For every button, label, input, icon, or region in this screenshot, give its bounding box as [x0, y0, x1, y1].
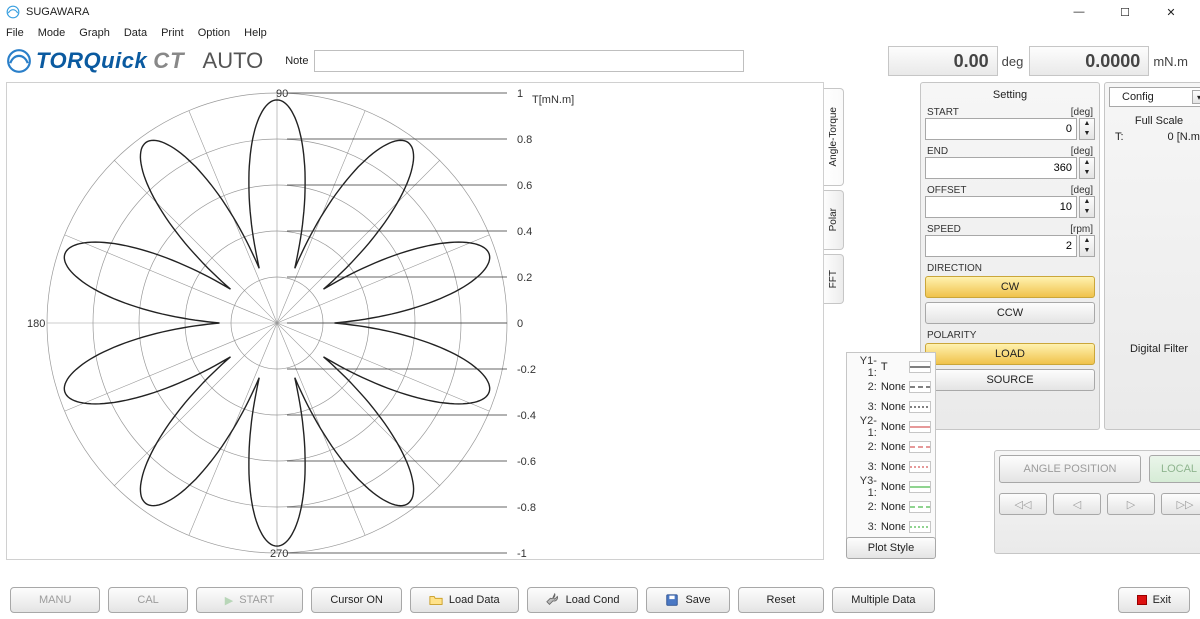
end-input[interactable] [925, 157, 1077, 179]
speed-input[interactable] [925, 235, 1077, 257]
start-input[interactable] [925, 118, 1077, 140]
header-strip: TORQuick CT AUTO Note 0.00 deg 0.0000 mN… [0, 42, 1200, 82]
angle-position-button[interactable]: ANGLE POSITION [999, 455, 1141, 483]
close-button[interactable]: ✕ [1148, 0, 1194, 24]
bottom-toolbar: MANU CAL ▶START Cursor ON Load Data Load… [0, 581, 1200, 619]
t-label: T: [1115, 131, 1124, 143]
start-stepper[interactable]: ▲▼ [1079, 118, 1095, 140]
window-title: SUGAWARA [26, 6, 89, 18]
config-select[interactable]: Config▾ [1109, 87, 1200, 107]
svg-text:0.6: 0.6 [517, 180, 532, 192]
tab-fft[interactable]: FFT [824, 254, 844, 304]
cursor-on-button[interactable]: Cursor ON [311, 587, 402, 613]
svg-text:-0.4: -0.4 [517, 410, 536, 422]
svg-text:-0.6: -0.6 [517, 456, 536, 468]
titlebar: SUGAWARA — ☐ ✕ [0, 0, 1200, 24]
note-input[interactable] [314, 50, 744, 72]
digital-filter-label: Digital Filter [1109, 343, 1200, 355]
svg-text:0.8: 0.8 [517, 134, 532, 146]
app-icon [6, 5, 20, 19]
torque-readout: 0.0000 [1029, 46, 1149, 76]
brand-suffix: CT [153, 48, 184, 74]
svg-text:270: 270 [270, 548, 288, 560]
menu-file[interactable]: File [6, 27, 24, 39]
brand-logo: TORQuick CT [6, 48, 185, 74]
ffwd-button[interactable]: ▷▷ [1161, 493, 1200, 515]
brand-name: TORQuick [36, 48, 147, 74]
plot-style-button[interactable]: Plot Style [846, 537, 936, 559]
menu-help[interactable]: Help [244, 27, 267, 39]
reset-button[interactable]: Reset [738, 587, 825, 613]
svg-text:1: 1 [517, 88, 523, 100]
local-button[interactable]: LOCAL [1149, 455, 1200, 483]
speed-stepper[interactable]: ▲▼ [1079, 235, 1095, 257]
svg-text:-0.2: -0.2 [517, 364, 536, 376]
cal-button[interactable]: CAL [108, 587, 187, 613]
svg-text:0.2: 0.2 [517, 272, 532, 284]
ccw-button[interactable]: CCW [925, 302, 1095, 324]
angle-readout: 0.00 [888, 46, 998, 76]
mode-label: AUTO [203, 48, 264, 74]
tab-angle-torque[interactable]: Angle-Torque [824, 88, 844, 186]
svg-text:90: 90 [276, 88, 288, 100]
stop-icon [1137, 595, 1147, 605]
cw-button[interactable]: CW [925, 276, 1095, 298]
angle-unit: deg [998, 54, 1030, 69]
maximize-button[interactable]: ☐ [1102, 0, 1148, 24]
multiple-data-button[interactable]: Multiple Data [832, 587, 934, 613]
chart-panel: 90 180 270 T[mN.m] 1 0.8 0.6 0.4 0.2 0 -0.2 -0.… [6, 82, 916, 560]
svg-text:180: 180 [27, 318, 45, 330]
offset-stepper[interactable]: ▲▼ [1079, 196, 1095, 218]
end-stepper[interactable]: ▲▼ [1079, 157, 1095, 179]
torque-unit: mN.m [1149, 54, 1194, 69]
menu-bar: File Mode Graph Data Print Option Help [0, 24, 1200, 42]
transport-panel: ANGLE POSITION LOCAL ◁◁ ◁ ▷ ▷▷ [994, 450, 1200, 554]
tab-polar[interactable]: Polar [824, 190, 844, 250]
full-scale-label: Full Scale [1109, 115, 1200, 127]
load-button[interactable]: LOAD [925, 343, 1095, 365]
setting-title: Setting [925, 87, 1095, 105]
folder-open-icon [429, 593, 443, 607]
setting-panel: Setting START[deg] ▲▼ END[deg] ▲▼ OFFSET… [920, 82, 1100, 430]
wrench-icon [546, 593, 560, 607]
exit-button[interactable]: Exit [1118, 587, 1190, 613]
rewind-button[interactable]: ◁◁ [999, 493, 1047, 515]
menu-data[interactable]: Data [124, 27, 147, 39]
t-value: 0 [N.m] [1168, 131, 1200, 143]
menu-print[interactable]: Print [161, 27, 184, 39]
note-label: Note [285, 55, 308, 67]
svg-text:T[mN.m]: T[mN.m] [532, 94, 574, 106]
source-button[interactable]: SOURCE [925, 369, 1095, 391]
svg-text:-0.8: -0.8 [517, 502, 536, 514]
save-icon [665, 593, 679, 607]
legend: Y1-1:T 2:None 3:None Y2-1:None 2:None 3:… [846, 352, 936, 542]
svg-text:0: 0 [517, 318, 523, 330]
step-fwd-button[interactable]: ▷ [1107, 493, 1155, 515]
polar-chart: 90 180 270 T[mN.m] 1 0.8 0.6 0.4 0.2 0 -0.2 -0.… [6, 82, 824, 560]
save-button[interactable]: Save [646, 587, 729, 613]
svg-text:-1: -1 [517, 548, 527, 560]
config-panel: Config▾ Full Scale T: 0 [N.m] Digital Fi… [1104, 82, 1200, 430]
svg-text:0.4: 0.4 [517, 226, 532, 238]
minimize-button[interactable]: — [1056, 0, 1102, 24]
step-back-button[interactable]: ◁ [1053, 493, 1101, 515]
menu-graph[interactable]: Graph [79, 27, 110, 39]
offset-input[interactable] [925, 196, 1077, 218]
menu-option[interactable]: Option [198, 27, 230, 39]
load-cond-button[interactable]: Load Cond [527, 587, 639, 613]
manu-button[interactable]: MANU [10, 587, 100, 613]
load-data-button[interactable]: Load Data [410, 587, 519, 613]
menu-mode[interactable]: Mode [38, 27, 66, 39]
start-button[interactable]: ▶START [196, 587, 304, 613]
